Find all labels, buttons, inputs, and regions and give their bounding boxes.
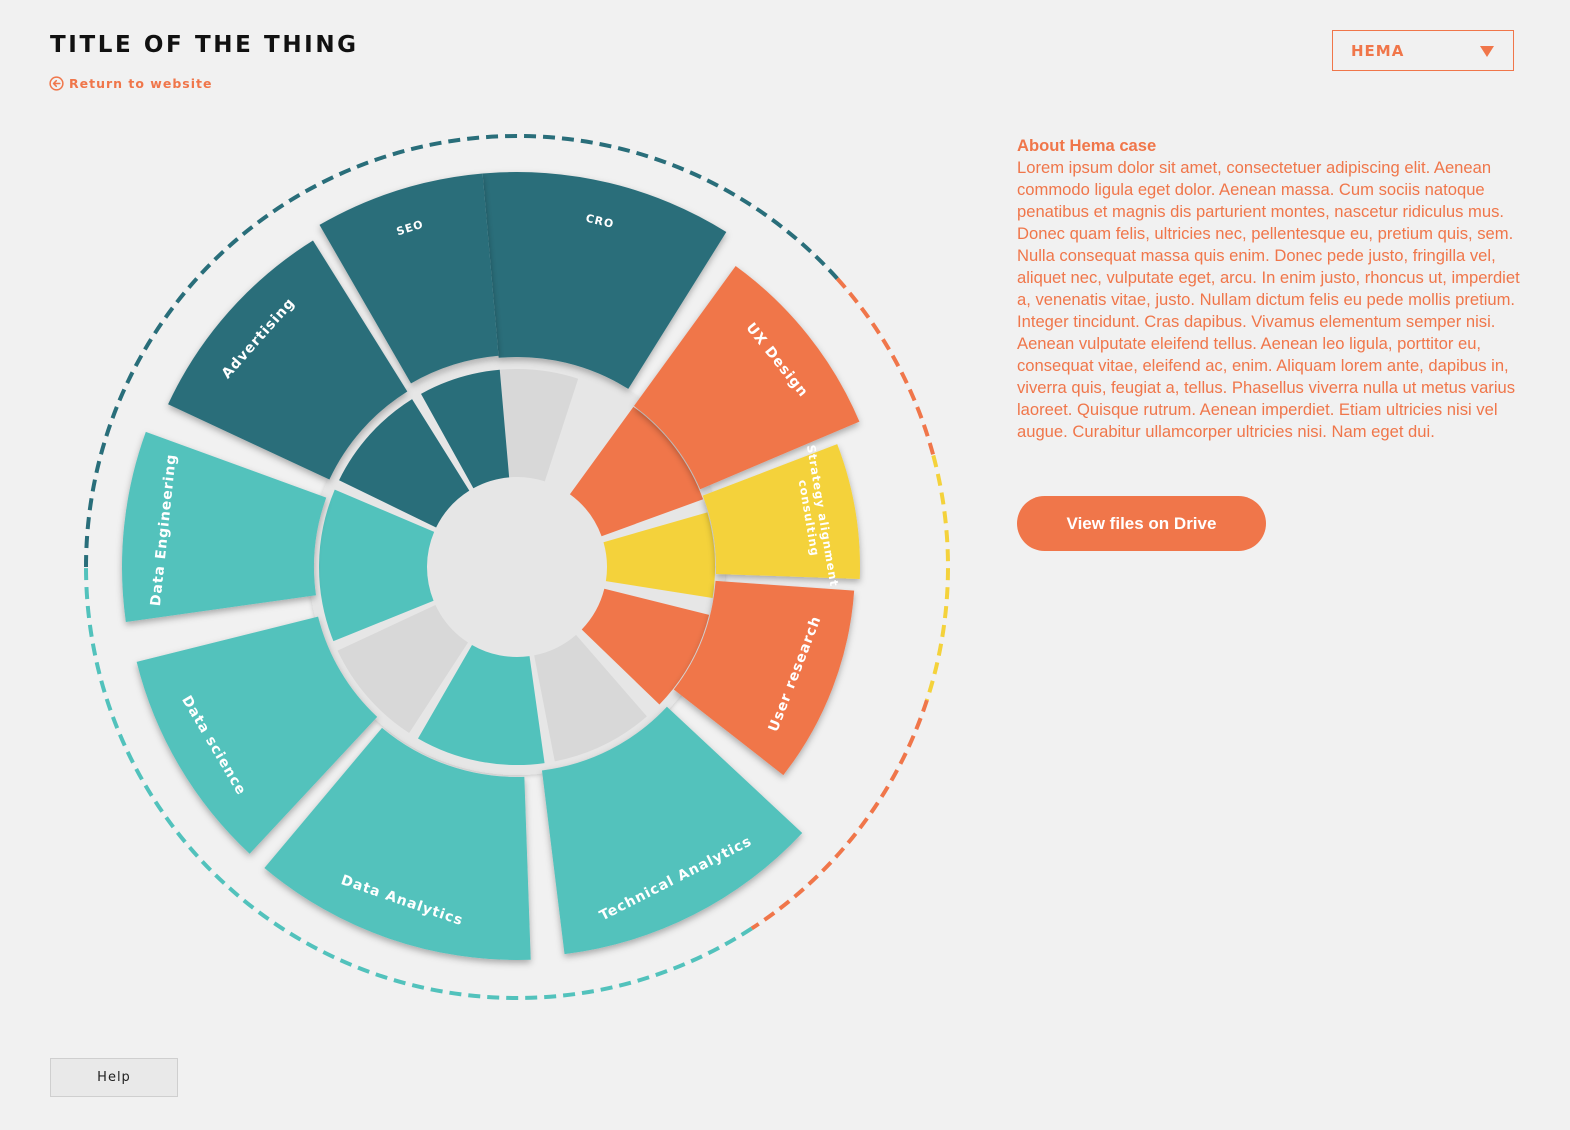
outer-ring-arc [925,454,950,701]
service-wheel: CROUX DesignStrategy alignmentconsulting… [84,134,950,1000]
outer-ring-arc [835,277,936,456]
about-heading: About Hema case [1017,136,1157,155]
chevron-down-icon [1480,46,1494,57]
case-select-value: HEMA [1351,42,1405,60]
about-panel: About Hema case Lorem ipsum dolor sit am… [1017,135,1522,443]
view-files-on-drive-button[interactable]: View files on Drive [1017,496,1266,551]
about-body: Lorem ipsum dolor sit amet, consectetuer… [1017,158,1520,441]
help-button[interactable]: Help [50,1058,178,1097]
case-select-dropdown[interactable]: HEMA [1332,30,1514,71]
